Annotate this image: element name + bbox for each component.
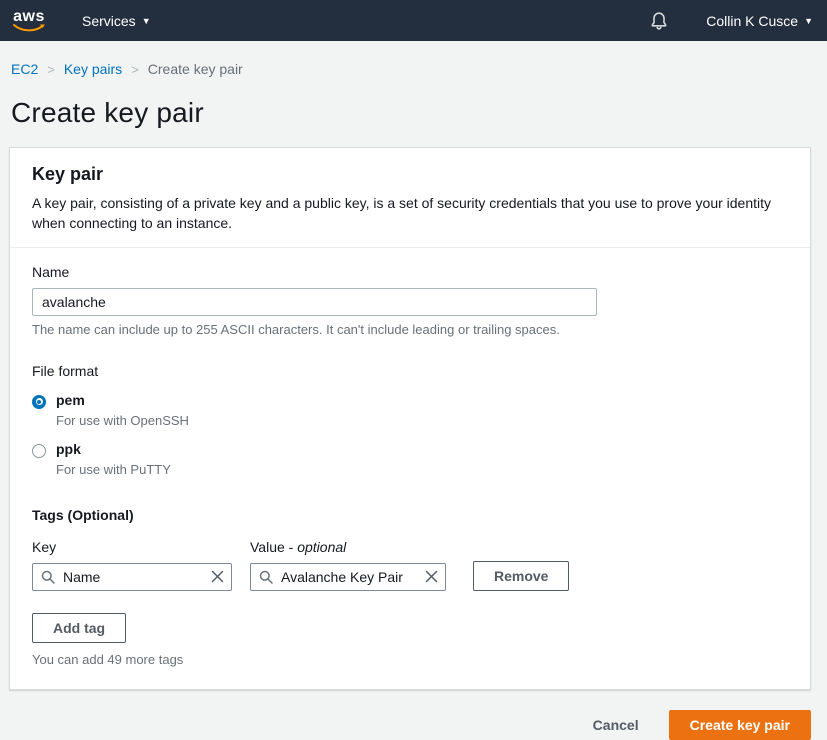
tags-section: Tags (Optional) Key (32, 507, 788, 667)
create-key-pair-button[interactable]: Create key pair (669, 710, 811, 740)
radio-option-pem-texts: pem For use with OpenSSH (56, 392, 189, 428)
breadcrumb: EC2 > Key pairs > Create key pair (0, 41, 827, 77)
radio-ppk-description: For use with PuTTY (56, 462, 171, 477)
chevron-down-icon: ▼ (804, 16, 813, 26)
tag-value-input-wrap (250, 563, 446, 591)
clear-x-icon[interactable] (211, 570, 224, 588)
clear-x-icon[interactable] (425, 570, 438, 588)
breadcrumb-current: Create key pair (148, 61, 243, 77)
file-format-label: File format (32, 363, 788, 379)
services-label: Services (82, 13, 136, 29)
notifications-bell-icon[interactable] (650, 11, 668, 31)
radio-option-ppk[interactable]: ppk For use with PuTTY (32, 441, 788, 477)
tag-value-label-prefix: Value - (250, 539, 293, 555)
radio-option-ppk-texts: ppk For use with PuTTY (56, 441, 171, 477)
name-label: Name (32, 264, 788, 280)
breadcrumb-link-key-pairs[interactable]: Key pairs (64, 61, 122, 77)
name-field-group: Name The name can include up to 255 ASCI… (32, 264, 788, 337)
tag-value-label: Value - optional (250, 539, 446, 555)
name-helper-text: The name can include up to 255 ASCII cha… (32, 322, 788, 337)
user-menu[interactable]: Collin K Cusce ▼ (706, 13, 813, 29)
aws-smile-icon (12, 24, 46, 33)
radio-unselected-icon[interactable] (32, 444, 46, 458)
aws-logo[interactable]: aws (12, 10, 46, 33)
breadcrumb-separator: > (38, 62, 64, 77)
panel-description: A key pair, consisting of a private key … (32, 193, 788, 234)
tag-value-column: Value - optional (250, 539, 446, 591)
services-menu[interactable]: Services ▼ (82, 13, 151, 29)
tag-key-input-wrap (32, 563, 232, 591)
radio-pem-description: For use with OpenSSH (56, 413, 189, 428)
add-tag-button[interactable]: Add tag (32, 613, 126, 643)
footer-actions: Cancel Create key pair (0, 710, 811, 740)
radio-selected-icon[interactable] (32, 395, 46, 409)
panel-body: Name The name can include up to 255 ASCI… (10, 248, 810, 689)
top-navigation-bar: aws Services ▼ Collin K Cusce ▼ (0, 0, 827, 41)
key-pair-name-input[interactable] (32, 288, 597, 316)
tag-row: Key (32, 539, 788, 591)
tag-key-label: Key (32, 539, 232, 555)
page-title: Create key pair (0, 77, 827, 147)
remove-tag-button[interactable]: Remove (473, 561, 569, 591)
tags-remaining-helper: You can add 49 more tags (32, 652, 788, 667)
user-name: Collin K Cusce (706, 13, 798, 29)
tags-title: Tags (Optional) (32, 507, 788, 523)
tag-key-input[interactable] (32, 563, 232, 591)
radio-option-pem[interactable]: pem For use with OpenSSH (32, 392, 788, 428)
radio-pem-label: pem (56, 392, 85, 408)
file-format-group: File format pem For use with OpenSSH ppk… (32, 363, 788, 477)
topbar-right-group: Collin K Cusce ▼ (650, 11, 813, 31)
aws-logo-text: aws (13, 10, 45, 24)
tag-value-input[interactable] (250, 563, 446, 591)
panel-title: Key pair (32, 164, 788, 185)
chevron-down-icon: ▼ (142, 16, 151, 26)
cancel-button[interactable]: Cancel (593, 717, 639, 733)
tag-key-column: Key (32, 539, 232, 591)
tag-value-label-optional: optional (297, 539, 346, 555)
breadcrumb-link-ec2[interactable]: EC2 (11, 61, 38, 77)
radio-ppk-label: ppk (56, 441, 81, 457)
breadcrumb-separator: > (122, 62, 148, 77)
key-pair-panel: Key pair A key pair, consisting of a pri… (9, 147, 811, 690)
panel-header: Key pair A key pair, consisting of a pri… (10, 148, 810, 248)
